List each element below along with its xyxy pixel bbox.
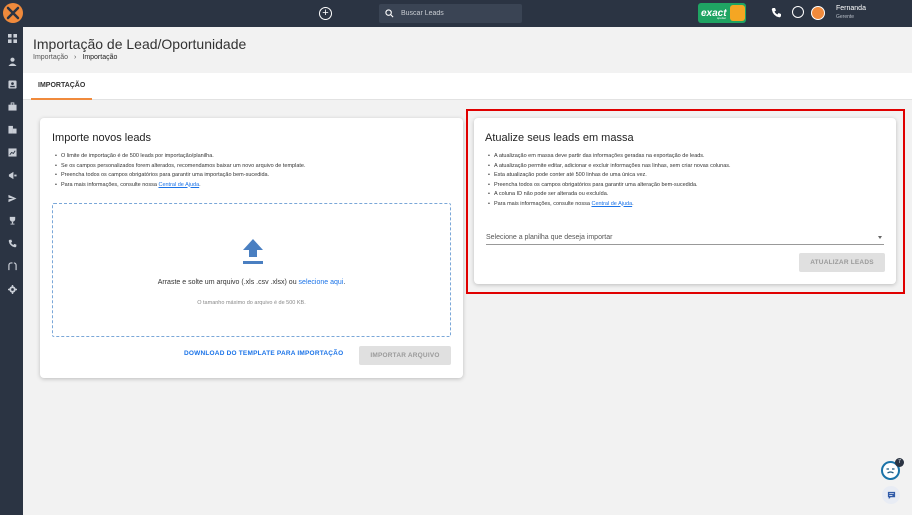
breadcrumb-separator: › — [74, 54, 77, 61]
settings-icon[interactable] — [7, 284, 17, 294]
help-center-link[interactable]: Central de Ajuda — [158, 182, 199, 188]
search-input[interactable] — [401, 10, 511, 17]
breadcrumb: Importação › Importação — [33, 54, 117, 61]
import-card-title: Importe novos leads — [52, 132, 152, 144]
list-item: Preencha todos os campos obrigatórios pa… — [55, 171, 306, 181]
briefcase-icon[interactable] — [7, 101, 17, 111]
person-icon[interactable] — [7, 56, 17, 66]
highlight-box — [466, 109, 905, 294]
page-header: Importação de Lead/Oportunidade Importaç… — [23, 27, 912, 73]
contact-card-icon[interactable] — [7, 79, 17, 89]
trophy-icon[interactable] — [7, 215, 17, 225]
notification-badge: 7 — [895, 458, 904, 467]
import-card: Importe novos leads O limite de importaç… — [40, 118, 463, 378]
add-icon[interactable]: + — [319, 7, 332, 20]
avatar[interactable] — [811, 6, 825, 20]
logo-icon — [6, 6, 20, 20]
top-bar: + exact spotter Fernanda Gerente — [0, 0, 912, 27]
select-file-link[interactable]: selecione aqui — [299, 279, 344, 286]
list-item: Para mais informações, consulte nossa Ce… — [55, 181, 306, 191]
message-icon — [887, 491, 895, 499]
download-template-button[interactable]: DOWNLOAD DO TEMPLATE PARA IMPORTAÇÃO — [184, 350, 343, 357]
phone-icon[interactable] — [7, 238, 17, 248]
chat-assistant-button[interactable]: 7 — [881, 458, 904, 480]
tab-importacao[interactable]: IMPORTAÇÃO — [31, 73, 93, 100]
phone-icon[interactable] — [771, 7, 781, 18]
user-name: Fernanda — [836, 5, 866, 12]
drop-suffix: . — [343, 279, 346, 286]
dropzone-text: Arraste e solte um arquivo (.xls .csv .x… — [53, 279, 450, 286]
feedback-button[interactable] — [882, 486, 900, 504]
brand-flag-icon — [730, 5, 745, 21]
import-instructions: O limite de importação é de 500 leads po… — [55, 152, 306, 190]
page-title: Importação de Lead/Oportunidade — [33, 36, 247, 52]
help-prefix: Para mais informações, consulte nossa — [60, 181, 159, 188]
list-item: O limite de importação é de 500 leads po… — [55, 152, 306, 162]
app-logo[interactable] — [3, 3, 23, 23]
sidebar — [0, 27, 23, 515]
megaphone-icon[interactable] — [7, 170, 17, 180]
file-size-hint: O tamanho máximo do arquivo é de 500 KB. — [197, 300, 306, 306]
whatsapp-icon[interactable] — [792, 6, 804, 18]
user-info[interactable]: Fernanda Gerente — [836, 5, 866, 21]
drop-instruction: Arraste e solte um arquivo (.xls .csv .x… — [157, 279, 299, 286]
brand-badge[interactable]: exact spotter — [698, 3, 746, 23]
import-file-button[interactable]: IMPORTAR ARQUIVO — [359, 346, 451, 365]
file-dropzone[interactable]: Arraste e solte um arquivo (.xls .csv .x… — [52, 203, 451, 337]
building-icon[interactable] — [7, 124, 17, 134]
route-icon[interactable] — [7, 261, 17, 271]
list-item: Se os campos personalizados forem altera… — [55, 162, 306, 172]
breadcrumb-item[interactable]: Importação — [33, 54, 68, 61]
search-bar[interactable] — [379, 4, 522, 23]
send-icon[interactable] — [7, 193, 17, 203]
chart-icon[interactable] — [7, 147, 17, 157]
user-role: Gerente — [836, 14, 855, 20]
upload-icon — [243, 239, 263, 264]
help-suffix: . — [199, 181, 201, 188]
brand-sub: spotter — [717, 16, 727, 20]
dashboard-icon[interactable] — [7, 33, 17, 43]
search-icon — [385, 9, 394, 18]
tab-bar: IMPORTAÇÃO — [23, 73, 912, 100]
breadcrumb-current: Importação — [82, 54, 118, 61]
